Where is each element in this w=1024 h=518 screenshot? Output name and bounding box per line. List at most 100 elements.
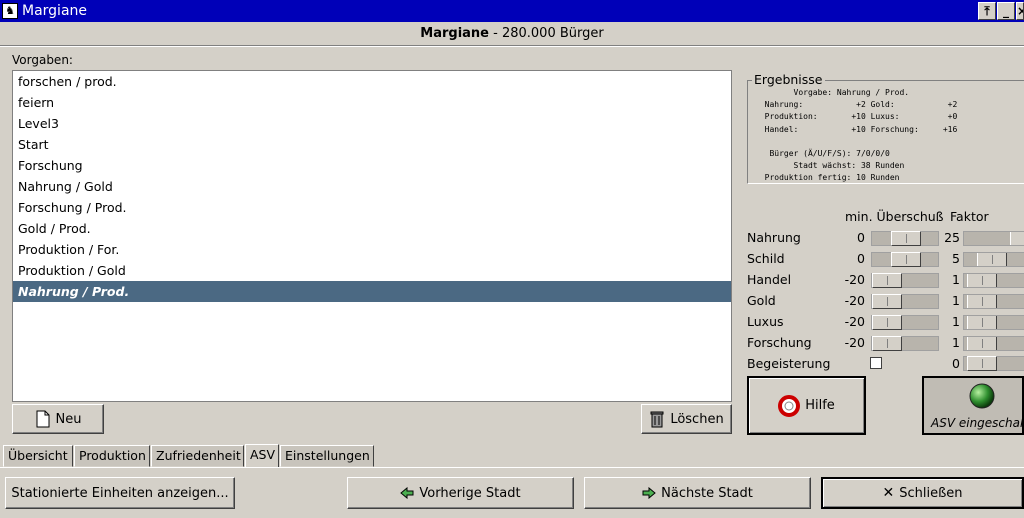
lifebuoy-icon [778,394,801,417]
delete-preset-label: Löschen [670,411,724,427]
preset-list-item[interactable]: Forschung [13,155,731,176]
presets-list[interactable]: forschen / prod. feiern Level3 Start Forschu… [12,70,732,402]
min-surplus-slider[interactable] [871,273,939,288]
tab-asv[interactable]: ASV [245,444,279,468]
enthusiasm-checkbox[interactable] [870,357,882,369]
slider-thumb[interactable] [977,253,1007,266]
help-label: Hilfe [805,398,835,413]
window-title: Margiane [22,3,88,19]
arrow-left-icon [400,487,414,499]
factor-slider[interactable] [963,294,1024,309]
factor-slider[interactable] [963,315,1024,330]
factor-slider[interactable] [963,231,1024,246]
prev-city-label: Vorherige Stadt [419,485,521,501]
param-label: Schild [747,251,785,266]
title-bar[interactable]: ♞ Margiane ⤒ _ × [0,0,1024,22]
tabs-baseline [0,467,1024,468]
min-surplus-value: -20 [844,314,865,329]
param-label: Forschung [747,335,812,350]
factor-slider[interactable] [963,273,1024,288]
delete-preset-button[interactable]: Löschen [641,404,732,434]
show-units-label: Stationierte Einheiten anzeigen... [11,485,229,501]
arrow-right-icon [642,487,656,499]
slider-thumb[interactable] [1010,232,1024,245]
close-dialog-label: Schließen [899,485,963,501]
next-city-label: Nächste Stadt [661,485,753,501]
param-label: Nahrung [747,230,801,245]
min-surplus-slider[interactable] [871,294,939,309]
tab-übersicht[interactable]: Übersicht [3,445,73,467]
slider-thumb[interactable] [872,336,902,351]
min-surplus-slider[interactable] [871,336,939,351]
min-surplus-value: 0 [857,230,865,245]
city-header: Margiane - 280.000 Bürger [0,24,1024,44]
factor-value: 25 [944,230,960,245]
preset-list-item[interactable]: Produktion / Gold [13,260,731,281]
trash-icon [650,411,664,428]
preset-list-item[interactable]: Gold / Prod. [13,218,731,239]
tab-einstellungen[interactable]: Einstellungen [280,445,374,467]
slider-thumb[interactable] [891,231,921,246]
factor-value: 1 [952,335,960,350]
slider-thumb[interactable] [967,337,997,350]
new-preset-button[interactable]: Neu [12,404,104,434]
close-dialog-button[interactable]: ✕ Schließen [821,477,1024,509]
preset-list-item[interactable]: Level3 [13,113,731,134]
min-surplus-header: min. Überschuß [845,209,944,224]
enthusiasm-label: Begeisterung [747,356,831,371]
enthusiasm-factor-slider[interactable] [963,356,1024,371]
factor-slider[interactable] [963,336,1024,351]
app-icon[interactable]: ♞ [2,3,18,19]
results-text: Vorgabe: Nahrung / Prod. Nahrung: +2 Gol… [764,88,958,183]
min-surplus-value: -20 [844,272,865,287]
preset-list-item[interactable]: Nahrung / Prod. [13,281,731,302]
minimize-icon[interactable]: _ [997,2,1015,20]
slider-thumb[interactable] [872,315,902,330]
preset-list-item[interactable]: Produktion / For. [13,239,731,260]
param-label: Gold [747,293,776,308]
preset-list-item[interactable]: feiern [13,92,731,113]
slider-thumb[interactable] [891,252,921,267]
factor-value: 1 [952,314,960,329]
slider-thumb[interactable] [967,295,997,308]
preset-list-item[interactable]: Nahrung / Gold [13,176,731,197]
header-divider [0,45,1024,47]
factor-slider[interactable] [963,252,1024,267]
min-surplus-value: -20 [844,335,865,350]
preset-list-item[interactable]: Forschung / Prod. [13,197,731,218]
min-surplus-slider[interactable] [871,315,939,330]
new-document-icon [36,410,50,428]
preset-list-item[interactable]: forschen / prod. [13,71,731,92]
min-surplus-value: 0 [857,251,865,266]
slider-thumb[interactable] [967,316,997,329]
param-label: Handel [747,272,792,287]
factor-header: Faktor [950,209,989,224]
slider-thumb[interactable] [967,356,997,371]
min-surplus-slider[interactable] [871,252,939,267]
slider-thumb[interactable] [967,274,997,287]
factor-value: 5 [952,251,960,266]
factor-value: 1 [952,272,960,287]
slider-thumb[interactable] [872,294,902,309]
city-population: - 280.000 Bürger [493,26,604,41]
preset-list-item[interactable]: Start [13,134,731,155]
city-name: Margiane [420,26,489,41]
asv-toggle-button[interactable]: ASV eingeschaltet [922,376,1024,435]
close-icon[interactable]: × [1016,2,1024,20]
factor-value: 1 [952,293,960,308]
presets-label: Vorgaben: [12,53,73,67]
min-surplus-slider[interactable] [871,231,939,246]
prev-city-button[interactable]: Vorherige Stadt [347,477,574,509]
next-city-button[interactable]: Nächste Stadt [584,477,811,509]
tab-produktion[interactable]: Produktion [74,445,150,467]
results-title: Ergebnisse [752,72,825,87]
pin-icon[interactable]: ⤒ [978,2,996,20]
param-label: Luxus [747,314,784,329]
tab-zufriedenheit[interactable]: Zufriedenheit [151,445,244,467]
slider-thumb[interactable] [872,273,902,288]
show-units-button[interactable]: Stationierte Einheiten anzeigen... [5,477,235,509]
new-preset-label: Neu [55,411,82,427]
help-button[interactable]: Hilfe [747,376,866,435]
enthusiasm-factor-value: 0 [952,356,960,371]
asv-label: ASV eingeschaltet [931,416,1024,430]
